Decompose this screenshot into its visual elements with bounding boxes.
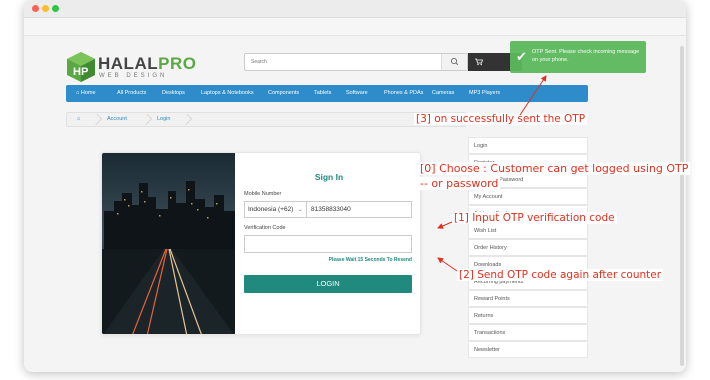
sign-in-form: Sign In Mobile Number Indonesia (+62) ⌄ … <box>244 153 414 334</box>
search-button[interactable] <box>441 54 467 70</box>
close-window-button[interactable] <box>32 5 39 12</box>
sidebar-item-returns[interactable]: Returns <box>468 307 588 324</box>
verification-code-input[interactable] <box>244 235 412 253</box>
nav-desktops[interactable]: Desktops <box>162 85 185 102</box>
nav-cameras[interactable]: Cameras <box>432 85 454 102</box>
toast-message: OTP Sent. Please check incoming message … <box>532 49 640 64</box>
city-night-image <box>102 153 235 334</box>
otp-sent-toast: ✔ OTP Sent. Please check incoming messag… <box>510 41 646 73</box>
resend-countdown[interactable]: Please Wait 15 Seconds To Resend <box>329 257 412 263</box>
check-icon: ✔ <box>516 49 527 64</box>
home-icon: ⌂ <box>76 90 80 96</box>
nav-tablets[interactable]: Tablets <box>314 85 331 102</box>
site-logo[interactable]: HP HALALPRO WEB DESIGN <box>66 51 196 83</box>
sidebar-item-order-history[interactable]: Order History <box>468 239 588 256</box>
nav-components[interactable]: Components <box>268 85 299 102</box>
zoom-window-button[interactable] <box>52 5 59 12</box>
login-card: Sign In Mobile Number Indonesia (+62) ⌄ … <box>101 152 421 335</box>
mobile-number-label: Mobile Number <box>244 191 282 197</box>
nav-laptops-notebooks[interactable]: Laptops & Notebooks <box>201 85 254 102</box>
browser-toolbar <box>24 18 686 36</box>
breadcrumb-separator <box>180 113 193 126</box>
search-bar <box>244 53 468 71</box>
sidebar-item-newsletter[interactable]: Newsletter <box>468 341 588 358</box>
verification-code-label: Verification Code <box>244 225 286 231</box>
sidebar-item-my-account[interactable]: My Account <box>468 188 588 205</box>
logo-subtitle: WEB DESIGN <box>99 73 168 79</box>
search-input[interactable] <box>251 54 421 70</box>
cart-icon <box>475 58 484 66</box>
form-title: Sign In <box>314 172 344 182</box>
annotation-0-line1: [0] Choose : Customer can get logged usi… <box>418 162 691 175</box>
country-code-select[interactable]: Indonesia (+62) ⌄ <box>244 201 306 218</box>
annotation-0-line2: -- or password <box>418 177 501 190</box>
logo-name: HALALPRO <box>98 54 197 73</box>
annotation-2: [2] Send OTP code again after counter <box>457 269 664 281</box>
main-navigation: ⌂ Home All Products Desktops Laptops & N… <box>66 85 588 102</box>
breadcrumb-login[interactable]: Login <box>157 113 170 126</box>
sidebar-item-wish-list[interactable]: Wish List <box>468 222 588 239</box>
mobile-number-input[interactable] <box>306 201 412 218</box>
search-icon <box>450 57 459 66</box>
sidebar-item-transactions[interactable]: Transactions <box>468 324 588 341</box>
page-scrollbar[interactable] <box>680 46 684 366</box>
logo-hexagon-icon: HP <box>67 52 95 82</box>
minimize-window-button[interactable] <box>42 5 49 12</box>
annotation-1: [1] Input OTP verification code <box>452 212 617 224</box>
nav-software[interactable]: Software <box>346 85 368 102</box>
nav-home[interactable]: ⌂ Home <box>76 85 96 102</box>
chevron-down-icon: ⌄ <box>297 206 303 213</box>
nav-phones-pdas[interactable]: Phones & PDAs <box>384 85 423 102</box>
nav-all-products[interactable]: All Products <box>117 85 146 102</box>
login-button[interactable]: LOGIN <box>244 275 412 293</box>
nav-mp3-players[interactable]: MP3 Players <box>469 85 500 102</box>
annotation-3: [3] on successfully sent the OTP <box>414 113 588 125</box>
svg-text:HP: HP <box>73 66 88 78</box>
sidebar-item-reward-points[interactable]: Reward Points <box>468 290 588 307</box>
breadcrumb: ⌂ Account Login <box>66 112 466 127</box>
breadcrumb-separator <box>90 113 103 126</box>
breadcrumb-separator <box>140 113 153 126</box>
sidebar-item-login[interactable]: Login <box>468 137 588 154</box>
breadcrumb-account[interactable]: Account <box>107 113 127 126</box>
title-bar <box>24 0 686 18</box>
breadcrumb-home-icon[interactable]: ⌂ <box>77 113 80 126</box>
